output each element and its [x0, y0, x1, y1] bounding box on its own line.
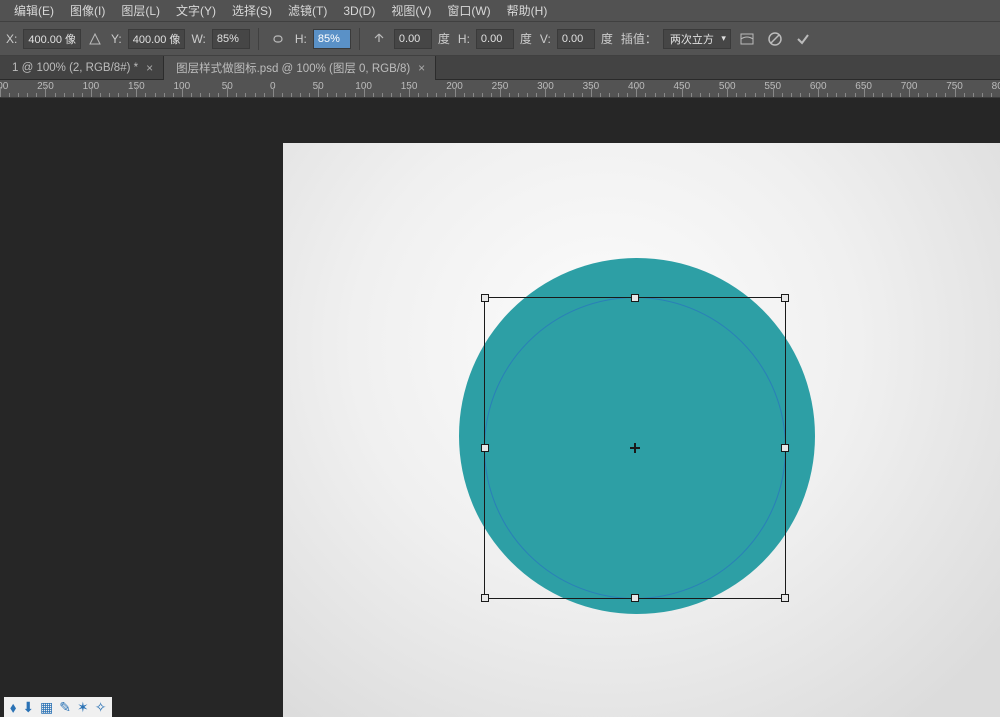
menu-bar: 编辑(E) 图像(I) 图层(L) 文字(Y) 选择(S) 滤镜(T) 3D(D…: [0, 0, 1000, 22]
h-input[interactable]: 85%: [313, 29, 351, 49]
menu-view[interactable]: 视图(V): [383, 0, 439, 21]
tool-icon-3[interactable]: ▦: [40, 699, 53, 716]
menu-edit[interactable]: 编辑(E): [6, 0, 62, 21]
transform-handle-middle-left[interactable]: [481, 444, 489, 452]
close-icon[interactable]: ×: [418, 61, 425, 75]
menu-window[interactable]: 窗口(W): [439, 0, 498, 21]
transform-handle-top-middle[interactable]: [631, 294, 639, 302]
transform-handle-middle-right[interactable]: [781, 444, 789, 452]
tool-icon-4[interactable]: ✎: [59, 699, 71, 716]
tool-icon-5[interactable]: ✶: [77, 699, 89, 716]
horizontal-ruler[interactable]: 2002501001501005005010015020025030035040…: [0, 80, 1000, 98]
tab-1-label: 1 @ 100% (2, RGB/8#) *: [12, 62, 138, 74]
link-icon[interactable]: [267, 33, 289, 45]
transform-center-icon[interactable]: [630, 443, 640, 453]
tab-2-label: 图层样式做图标.psd @ 100% (图层 0, RGB/8): [176, 60, 410, 76]
rotate-icon[interactable]: [368, 32, 390, 46]
menu-help[interactable]: 帮助(H): [499, 0, 556, 21]
skew-v-unit: 度: [599, 30, 615, 47]
document-tab-bar: 1 @ 100% (2, RGB/8#) * × 图层样式做图标.psd @ 1…: [0, 56, 1000, 80]
transform-handle-bottom-left[interactable]: [481, 594, 489, 602]
skew-h-input[interactable]: 0.00: [476, 29, 514, 49]
close-icon[interactable]: ×: [146, 61, 153, 75]
skew-h-unit: 度: [518, 30, 534, 47]
document-tab-2[interactable]: 图层样式做图标.psd @ 100% (图层 0, RGB/8) ×: [164, 56, 436, 80]
canvas-viewport[interactable]: [0, 98, 1000, 717]
skew-h-label: H:: [456, 32, 472, 46]
bottom-toolbar: ⬧ ⬇ ▦ ✎ ✶ ✧: [4, 697, 112, 717]
interpolation-label: 插值：: [619, 30, 659, 47]
skew-v-input[interactable]: 0.00: [557, 29, 595, 49]
tool-icon-1[interactable]: ⬧: [10, 699, 16, 716]
tool-icon-6[interactable]: ✧: [95, 699, 107, 716]
transform-options-bar: X: 400.00 像 Y: 400.00 像 W: 85% H: 85% 0.…: [0, 22, 1000, 56]
reference-point-icon[interactable]: [85, 33, 105, 45]
transform-handle-top-right[interactable]: [781, 294, 789, 302]
transform-handle-top-left[interactable]: [481, 294, 489, 302]
x-label: X:: [4, 32, 19, 46]
x-input[interactable]: 400.00 像: [23, 29, 81, 49]
ruler-tick-label: 800: [992, 81, 1000, 92]
commit-transform-icon[interactable]: [791, 31, 815, 47]
menu-3d[interactable]: 3D(D): [335, 2, 383, 20]
transform-bounding-box[interactable]: [484, 297, 786, 599]
menu-type[interactable]: 文字(Y): [168, 0, 224, 21]
menu-select[interactable]: 选择(S): [224, 0, 280, 21]
warp-icon[interactable]: [735, 32, 759, 46]
transform-handle-bottom-right[interactable]: [781, 594, 789, 602]
tool-icon-2[interactable]: ⬇: [22, 699, 34, 716]
menu-filter[interactable]: 滤镜(T): [280, 0, 335, 21]
y-input[interactable]: 400.00 像: [128, 29, 186, 49]
menu-image[interactable]: 图像(I): [62, 0, 113, 21]
skew-v-label: V:: [538, 32, 553, 46]
interpolation-dropdown[interactable]: 两次立方: [663, 29, 731, 49]
w-input[interactable]: 85%: [212, 29, 250, 49]
y-label: Y:: [109, 32, 124, 46]
document-tab-1[interactable]: 1 @ 100% (2, RGB/8#) * ×: [0, 56, 164, 80]
transform-handle-bottom-middle[interactable]: [631, 594, 639, 602]
cancel-transform-icon[interactable]: [763, 31, 787, 47]
h-label: H:: [293, 32, 309, 46]
menu-layer[interactable]: 图层(L): [113, 0, 168, 21]
ruler-tick-label: 200: [0, 81, 8, 92]
w-label: W:: [189, 32, 207, 46]
angle-unit: 度: [436, 30, 452, 47]
angle-input[interactable]: 0.00: [394, 29, 432, 49]
